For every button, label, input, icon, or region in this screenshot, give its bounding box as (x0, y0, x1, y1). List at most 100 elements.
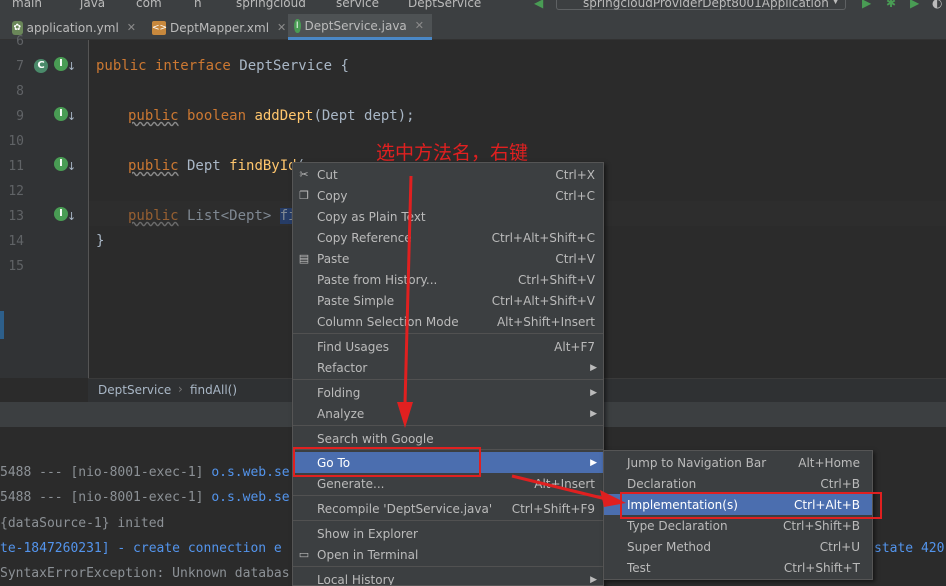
spring-leaf-icon: ✿ (12, 20, 23, 35)
editor-gutter: 6 7 8 9 10 11 12 13 14 15 C I ↓ I ↓ I ↓ … (0, 34, 89, 378)
menu-item-copy-reference[interactable]: Copy Reference Ctrl+Alt+Shift+C (293, 227, 603, 248)
keyword: public interface (96, 58, 240, 74)
nav-crumb-java[interactable]: java (80, 0, 105, 10)
tab-label: application.yml (26, 20, 119, 35)
spring-bean-icon[interactable]: C (34, 59, 48, 73)
tab-label: DeptService.java (304, 18, 407, 33)
console-line: te-1847260231] - create connection e (0, 541, 282, 556)
annotation-text: 选中方法名，右键 (376, 142, 529, 164)
copy-icon: ❐ (299, 188, 309, 202)
menu-item-analyze[interactable]: Analyze ▶ (293, 403, 603, 424)
tab-label: DeptMapper.xml (170, 20, 270, 35)
tab-deptservice-java[interactable]: I DeptService.java ✕ (288, 14, 432, 40)
submenu-arrow-icon: ▶ (590, 362, 597, 373)
submenu-item-test[interactable]: Test Ctrl+Shift+T (604, 557, 872, 578)
nav-crumb-service[interactable]: service (336, 0, 379, 10)
menu-item-show-in-explorer[interactable]: Show in Explorer (293, 523, 603, 544)
arrow-down-icon: ↓ (67, 110, 77, 123)
implemented-marker-icon[interactable]: I (54, 157, 68, 171)
goto-highlight-box (293, 447, 481, 477)
keyword: public (128, 158, 179, 174)
submenu-item-super-method[interactable]: Super Method Ctrl+U (604, 536, 872, 557)
menu-separator (293, 425, 603, 426)
console-line: 5488 --- [nio-8001-exec-1] o.s.web.se (0, 465, 290, 480)
chevron-right-icon: › (178, 382, 183, 396)
line-number: 12 (8, 184, 24, 199)
run-icon[interactable]: ▶ (862, 0, 871, 10)
profile-icon[interactable]: ◐ (932, 0, 942, 10)
keyword: public (128, 108, 179, 124)
close-icon[interactable]: ✕ (127, 21, 136, 34)
coverage-icon[interactable]: ▶ (910, 0, 919, 10)
menu-separator (293, 495, 603, 496)
clipboard-icon: ▤ (298, 251, 310, 265)
nav-crumb-deptservice[interactable]: DeptService (408, 0, 481, 10)
menu-item-cut[interactable]: ✂ Cut Ctrl+X (293, 164, 603, 185)
debug-icon[interactable]: ✱ (886, 0, 896, 10)
submenu-arrow-icon: ▶ (590, 408, 597, 419)
implementation-highlight-box (620, 492, 882, 519)
submenu-item-jump-to-navigation-bar[interactable]: Jump to Navigation Bar Alt+Home (604, 452, 872, 473)
method-name: findById (229, 158, 297, 174)
arrow-down-icon: ↓ (67, 160, 77, 173)
code-line-11[interactable]: public Dept findById( (128, 158, 305, 174)
submenu-arrow-icon: ▶ (590, 457, 597, 468)
submenu-item-declaration[interactable]: Declaration Ctrl+B (604, 473, 872, 494)
code-line-7[interactable]: public interface DeptService { (96, 58, 349, 74)
line-number: 11 (8, 159, 24, 174)
arrow-down-icon: ↓ (67, 60, 77, 73)
menu-item-refactor[interactable]: Refactor ▶ (293, 357, 603, 378)
nav-crumb-com[interactable]: com (136, 0, 162, 10)
return-type: Dept (178, 158, 230, 174)
menu-item-find-usages[interactable]: Find Usages Alt+F7 (293, 336, 603, 357)
nav-crumb-springcloud[interactable]: springcloud (236, 0, 306, 10)
code-line-9[interactable]: public boolean addDept(Dept dept); (128, 108, 415, 124)
nav-crumb-main[interactable]: main (12, 0, 42, 10)
close-icon[interactable]: ✕ (415, 19, 424, 32)
line-number: 6 (16, 34, 24, 49)
menu-item-copy[interactable]: ❐ Copy Ctrl+C (293, 185, 603, 206)
menu-item-copy-plain-text[interactable]: Copy as Plain Text (293, 206, 603, 227)
line-number: 14 (8, 234, 24, 249)
tab-deptmapper-xml[interactable]: <> DeptMapper.xml ✕ (146, 16, 286, 39)
implemented-marker-icon[interactable]: I (54, 107, 68, 121)
line-number: 7 (16, 59, 24, 74)
scissors-icon: ✂ (299, 167, 309, 181)
console-line: SyntaxErrorException: Unknown databas (0, 566, 290, 581)
submenu-arrow-icon: ▶ (590, 387, 597, 398)
back-arrow-icon[interactable]: ◀ (534, 0, 543, 10)
run-config-label: springcloudProviderDept8001Application (583, 0, 829, 10)
line-number: 10 (8, 134, 24, 149)
menu-item-recompile[interactable]: Recompile 'DeptService.java' Ctrl+Shift+F… (293, 498, 603, 519)
code-line-14[interactable]: } (96, 233, 104, 249)
menu-separator (293, 566, 603, 567)
implemented-marker-icon[interactable]: I (54, 57, 68, 71)
navigation-bar: main java com h springcloud service Dept… (0, 0, 946, 12)
menu-item-paste-simple[interactable]: Paste Simple Ctrl+Alt+Shift+V (293, 290, 603, 311)
menu-item-folding[interactable]: Folding ▶ (293, 382, 603, 403)
breadcrumb-item[interactable]: DeptService (98, 383, 171, 397)
menu-item-search-google[interactable]: Search with Google (293, 428, 603, 449)
tab-application-yml[interactable]: ✿ application.yml ✕ (6, 16, 144, 39)
menu-item-paste[interactable]: ▤ Paste Ctrl+V (293, 248, 603, 269)
console-line: 5488 --- [nio-8001-exec-1] o.s.web.se (0, 490, 290, 505)
editor-context-menu: ✂ Cut Ctrl+X ❐ Copy Ctrl+C Copy as Plain Tex… (292, 162, 604, 586)
terminal-icon: ▭ (298, 547, 310, 561)
close-icon[interactable]: ✕ (277, 21, 286, 34)
menu-separator (293, 333, 603, 334)
implemented-marker-icon[interactable]: I (54, 207, 68, 221)
type-keyword: boolean (178, 108, 255, 124)
menu-item-column-selection-mode[interactable]: Column Selection Mode Alt+Shift+Insert (293, 311, 603, 332)
xml-file-icon: <> (152, 20, 168, 35)
chevron-down-icon: ▼ (832, 0, 839, 6)
breadcrumb-item[interactable]: findAll() (190, 383, 237, 397)
menu-item-local-history[interactable]: Local History ▶ (293, 569, 603, 586)
line-number: 15 (8, 259, 24, 274)
menu-item-paste-from-history[interactable]: Paste from History... Ctrl+Shift+V (293, 269, 603, 290)
nav-crumb-h[interactable]: h (194, 0, 202, 10)
arrow-down-icon: ↓ (67, 210, 77, 223)
menu-separator (293, 379, 603, 380)
run-configuration-select[interactable]: springcloudProviderDept8001Application ▼ (556, 0, 846, 10)
menu-item-open-in-terminal[interactable]: ▭ Open in Terminal (293, 544, 603, 565)
menu-separator (293, 520, 603, 521)
